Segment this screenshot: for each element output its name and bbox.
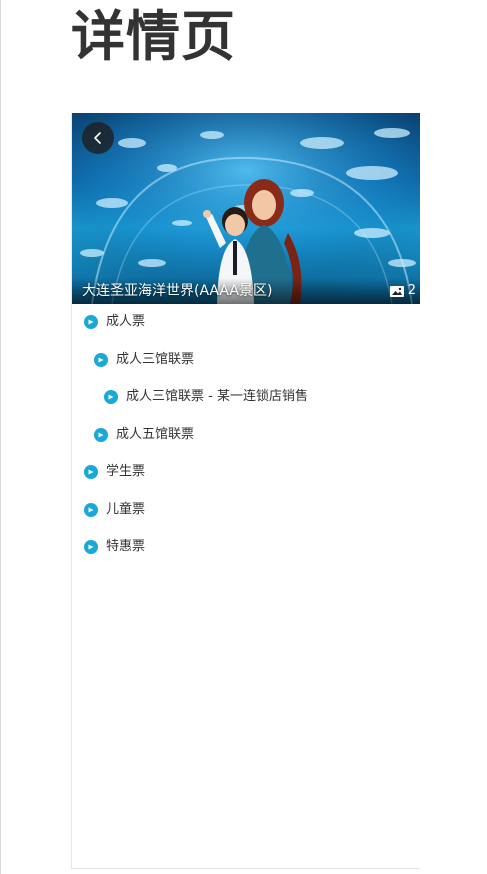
tree-item[interactable]: 儿童票 (84, 500, 145, 520)
photo-count-label: 2 (407, 283, 416, 298)
chevron-left-icon (94, 132, 101, 144)
hero-banner[interactable]: 大连圣亚海洋世界(AAAA景区) 2 (72, 113, 420, 304)
tree-item-label: 学生票 (106, 464, 146, 479)
circle-arrow-icon (104, 390, 118, 404)
tree-item-label: 儿童票 (106, 501, 146, 517)
tree-item[interactable]: 成人票 (84, 312, 145, 332)
circle-arrow-icon (84, 465, 98, 479)
tree-item-label: 成人票 (106, 314, 146, 329)
left-divider (0, 0, 1, 874)
circle-arrow-icon (84, 502, 98, 517)
tree-item[interactable]: 成人三馆联票 (94, 350, 194, 370)
circle-arrow-icon (84, 540, 98, 554)
tree-item[interactable]: 特惠票 (84, 537, 145, 557)
hero-image (72, 113, 420, 304)
detail-panel: 大连圣亚海洋世界(AAAA景区) 2 成人票成人三馆联票成人三馆联票 - 某一连… (71, 113, 420, 869)
photo-count-button[interactable]: 2 (389, 282, 416, 300)
attraction-title: 大连圣亚海洋世界(AAAA景区) (82, 283, 273, 299)
circle-arrow-icon (94, 352, 108, 367)
image-icon (389, 285, 404, 297)
tree-item-label: 特惠票 (106, 539, 146, 554)
tree-item-label: 成人五馆联票 (116, 426, 195, 442)
tree-item[interactable]: 成人五馆联票 (94, 425, 194, 445)
back-button[interactable] (82, 122, 114, 154)
tree-item[interactable]: 学生票 (84, 462, 145, 482)
tree-item-label: 成人三馆联票 (116, 351, 195, 367)
circle-arrow-icon (84, 315, 98, 329)
circle-arrow-icon (94, 427, 108, 442)
tree-item[interactable]: 成人三馆联票 - 某一连锁店销售 (104, 387, 308, 407)
tree-item-label: 成人三馆联票 - 某一连锁店销售 (126, 389, 308, 404)
page-title: 详情页 (71, 5, 236, 68)
page: 详情页 大连圣亚海洋世界(AAAA景区) 2 成人票 成人三馆联票 成人三馆联票… (0, 0, 487, 874)
